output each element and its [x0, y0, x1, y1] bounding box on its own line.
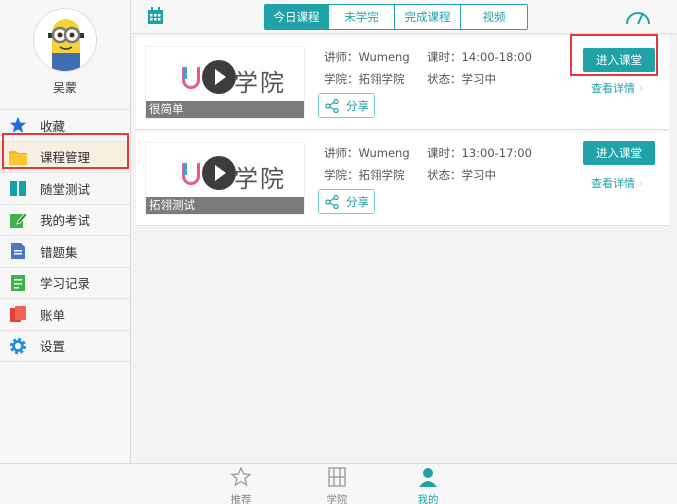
course-tabs: 今日课程 未学完 完成课程 视频 [264, 4, 528, 30]
logo-text: 学院 [234, 69, 286, 97]
sidebar-item-label: 设置 [40, 339, 66, 355]
enter-classroom-button[interactable]: 进入课堂 [583, 48, 655, 72]
nav-school[interactable]: 学院 [317, 467, 357, 504]
sidebar-item-label: 收藏 [40, 118, 66, 134]
sidebar-item-my-exams[interactable]: 我的考试 [0, 205, 130, 236]
app-window: 吴蒙 收藏 课程管理 随堂测试 我的考试 错题集 学习记录 账单 设置 今日课程… [0, 0, 677, 504]
sidebar-item-label: 随堂测试 [40, 181, 91, 197]
calendar-icon[interactable] [147, 7, 164, 29]
nav-label: 学院 [326, 494, 348, 504]
sidebar-item-study-records[interactable]: 学习记录 [0, 268, 130, 299]
sidebar-item-course-management[interactable]: 课程管理 [0, 141, 130, 173]
status-info: 状态：学习中 [427, 72, 496, 86]
book-icon [8, 178, 28, 198]
sidebar-item-label: 学习记录 [40, 276, 91, 292]
user-icon [419, 468, 437, 487]
avatar[interactable] [33, 8, 97, 72]
status-info: 状态：学习中 [427, 168, 496, 182]
sidebar-item-label: 我的考试 [40, 213, 91, 229]
course-thumbnail[interactable]: 学院 很简单 [145, 46, 305, 119]
logo-bar-icon [184, 67, 187, 79]
share-button[interactable]: 分享 [318, 93, 375, 118]
share-icon [325, 98, 339, 113]
folder-icon [8, 147, 28, 167]
nav-recommend[interactable]: 推荐 [221, 466, 261, 504]
tab-unfinished[interactable]: 未学完 [329, 5, 395, 29]
play-icon[interactable] [202, 60, 236, 94]
nav-label: 推荐 [230, 494, 252, 504]
sidebar: 吴蒙 收藏 课程管理 随堂测试 我的考试 错题集 学习记录 账单 设置 [0, 0, 131, 463]
share-button[interactable]: 分享 [318, 189, 375, 214]
play-icon[interactable] [202, 156, 236, 190]
course-title: 很简单 [146, 101, 304, 118]
sidebar-item-label: 账单 [40, 307, 66, 323]
bill-icon [8, 304, 28, 324]
sidebar-item-quiz[interactable]: 随堂测试 [0, 173, 130, 205]
minion-avatar-icon [48, 19, 84, 71]
star-icon [8, 115, 28, 135]
course-thumbnail[interactable]: 学院 拓翎测试 [145, 142, 305, 215]
tab-video[interactable]: 视频 [461, 5, 527, 29]
record-icon [8, 273, 28, 293]
view-details-link[interactable]: 查看详情 › [591, 80, 643, 96]
sidebar-item-favorites[interactable]: 收藏 [0, 110, 130, 142]
view-details-label: 查看详情 [591, 82, 635, 95]
view-details-label: 查看详情 [591, 177, 635, 190]
teacher-info: 讲师：Wumeng [324, 50, 410, 64]
course-list: 学院 很简单 讲师：Wumeng 课时：14:00-18:00 学院：拓翎学院 … [132, 34, 677, 463]
course-title: 拓翎测试 [146, 197, 304, 214]
sidebar-item-label: 课程管理 [40, 150, 91, 166]
nav-label: 我的 [417, 494, 439, 504]
course-card: 学院 很简单 讲师：Wumeng 课时：14:00-18:00 学院：拓翎学院 … [136, 36, 669, 130]
school-info: 学院：拓翎学院 [324, 72, 405, 86]
course-card: 学院 拓翎测试 讲师：Wumeng 课时：13:00-17:00 学院：拓翎学院… [136, 132, 669, 226]
school-icon [328, 467, 346, 487]
view-details-link[interactable]: 查看详情 › [591, 175, 643, 191]
username: 吴蒙 [52, 81, 77, 95]
share-label: 分享 [346, 98, 369, 113]
tab-completed[interactable]: 完成课程 [395, 5, 461, 29]
chevron-right-icon: › [639, 177, 644, 190]
recommend-icon [230, 466, 252, 487]
top-bar: 今日课程 未学完 完成课程 视频 [132, 0, 677, 34]
document-icon [8, 241, 28, 261]
sidebar-item-settings[interactable]: 设置 [0, 331, 130, 362]
sidebar-item-bills[interactable]: 账单 [0, 299, 130, 331]
time-info: 课时：14:00-18:00 [427, 50, 532, 64]
share-icon [325, 194, 339, 209]
edit-icon [8, 210, 28, 230]
sidebar-item-wrong-answers[interactable]: 错题集 [0, 236, 130, 268]
enter-classroom-button[interactable]: 进入课堂 [583, 141, 655, 165]
sidebar-item-label: 错题集 [40, 244, 78, 260]
school-info: 学院：拓翎学院 [324, 168, 405, 182]
share-label: 分享 [346, 194, 369, 209]
profile-section: 吴蒙 [0, 8, 130, 110]
logo-text: 学院 [234, 165, 286, 193]
nav-mine[interactable]: 我的 [408, 467, 448, 504]
time-info: 课时：13:00-17:00 [427, 146, 532, 160]
bottom-nav: 推荐 学院 我的 [0, 463, 677, 504]
logo-bar-icon [184, 163, 187, 175]
chevron-right-icon: › [639, 82, 644, 95]
speedometer-icon[interactable] [625, 8, 651, 30]
teacher-info: 讲师：Wumeng [324, 146, 410, 160]
gear-icon [8, 336, 28, 356]
tab-today-courses[interactable]: 今日课程 [265, 5, 329, 29]
